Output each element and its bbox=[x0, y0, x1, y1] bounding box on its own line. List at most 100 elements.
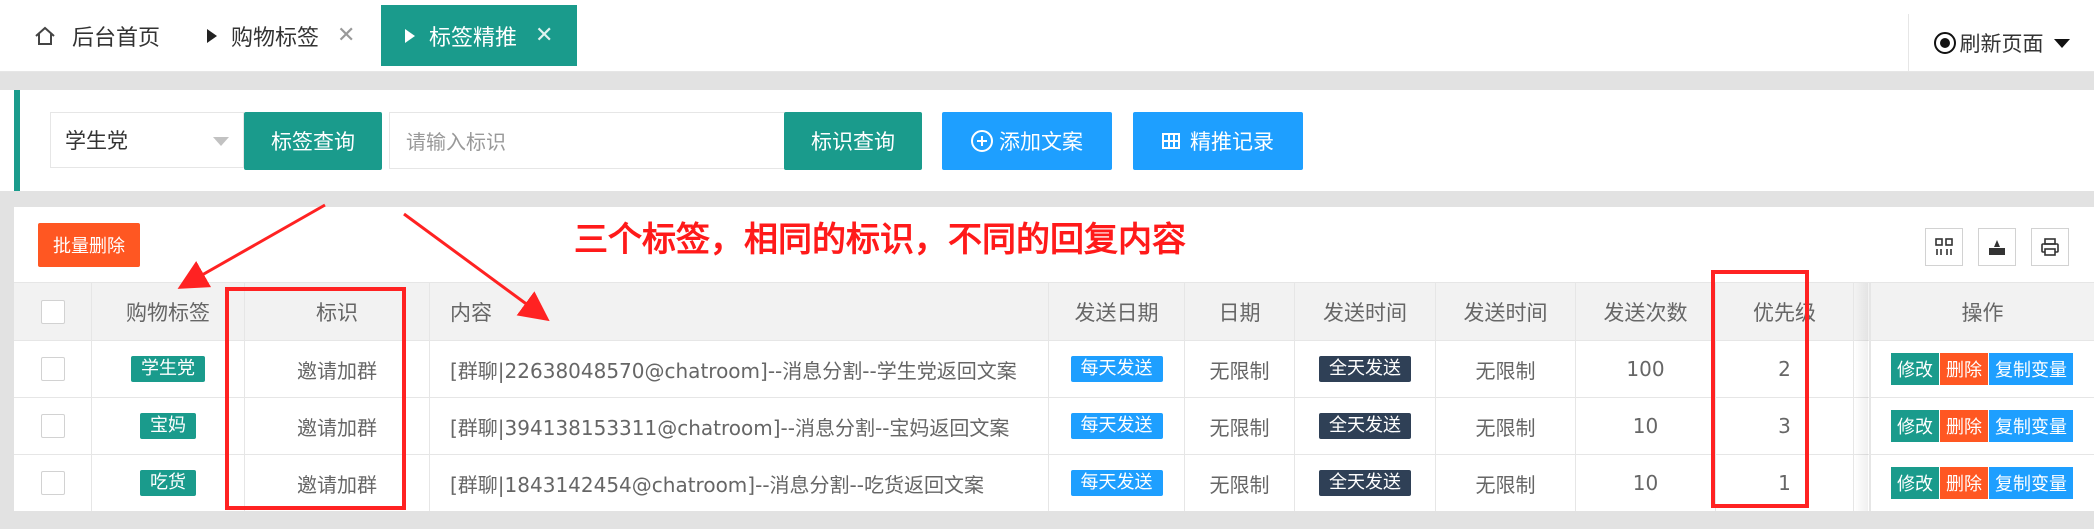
send-count-cell: 10 bbox=[1576, 455, 1716, 511]
send-count-cell: 10 bbox=[1576, 398, 1716, 454]
chevron-down-icon bbox=[213, 137, 229, 146]
send-date-badge: 每天发送 bbox=[1070, 413, 1163, 439]
tag-select-value: 学生党 bbox=[65, 129, 128, 153]
columns-button[interactable] bbox=[1925, 228, 1963, 266]
send-time-badge: 全天发送 bbox=[1319, 413, 1411, 439]
edit-button[interactable]: 修改 bbox=[1891, 467, 1939, 499]
add-copy-label: 添加文案 bbox=[999, 130, 1083, 154]
header-date[interactable]: 日期 bbox=[1185, 283, 1295, 340]
close-icon[interactable]: ✕ bbox=[535, 23, 553, 48]
send-date-cell: 每天发送 bbox=[1049, 455, 1185, 511]
send-time-cell: 全天发送 bbox=[1295, 398, 1436, 454]
push-records-button[interactable]: 精推记录 bbox=[1133, 112, 1303, 170]
caret-down-icon bbox=[2053, 38, 2070, 48]
tag-select[interactable]: 学生党 bbox=[50, 112, 244, 168]
delete-button[interactable]: 删除 bbox=[1940, 353, 1988, 385]
home-icon bbox=[35, 26, 55, 45]
edit-button[interactable]: 修改 bbox=[1891, 353, 1939, 385]
batch-delete-button[interactable]: 批量删除 bbox=[38, 223, 140, 267]
top-tab-bar: 后台首页 购物标签 ✕ 标签精推 ✕ 刷新页面 bbox=[0, 0, 2094, 72]
tab-tag-push[interactable]: 标签精推 ✕ bbox=[381, 5, 578, 66]
play-icon bbox=[405, 28, 415, 43]
send-date-badge: 每天发送 bbox=[1070, 356, 1163, 382]
content-cell: [群聊|394138153311@chatroom]--消息分割--宝妈返回文案 bbox=[430, 398, 1049, 454]
shopping-tag-badge: 宝妈 bbox=[140, 413, 196, 439]
tab-home[interactable]: 后台首页 bbox=[34, 5, 160, 66]
header-send-date[interactable]: 发送日期 bbox=[1049, 283, 1185, 340]
header-content[interactable]: 内容 bbox=[430, 283, 1049, 340]
date-cell: 无限制 bbox=[1185, 398, 1295, 454]
table-icon bbox=[1162, 133, 1180, 149]
content-cell: [群聊|22638048570@chatroom]--消息分割--学生党返回文案 bbox=[430, 341, 1049, 397]
print-icon bbox=[2041, 238, 2059, 256]
fixed-column-shadow bbox=[1854, 283, 1868, 512]
row-checkbox[interactable] bbox=[40, 357, 65, 381]
tag-query-label: 标签查询 bbox=[271, 130, 355, 154]
send-time-badge: 全天发送 bbox=[1319, 470, 1411, 496]
row-select-cell bbox=[14, 341, 92, 397]
row-checkbox[interactable] bbox=[40, 471, 65, 495]
send-time-cell: 全天发送 bbox=[1295, 455, 1436, 511]
row-checkbox[interactable] bbox=[40, 414, 65, 438]
refresh-label: 刷新页面 bbox=[1959, 32, 2044, 56]
send-time-2-cell: 无限制 bbox=[1436, 398, 1576, 454]
annotation-box-identifier bbox=[225, 287, 406, 510]
tab-home-label: 后台首页 bbox=[72, 25, 161, 51]
content-cell: [群聊|1843142454@chatroom]--消息分割--吃货返回文案 bbox=[430, 455, 1049, 511]
radio-icon bbox=[1933, 32, 1956, 54]
date-cell: 无限制 bbox=[1185, 455, 1295, 511]
send-time-badge: 全天发送 bbox=[1319, 356, 1411, 382]
divider bbox=[0, 511, 2094, 529]
frame-edge bbox=[0, 207, 14, 529]
add-copy-button[interactable]: 添加文案 bbox=[942, 112, 1112, 170]
divider bbox=[0, 72, 2094, 90]
copy-variable-button[interactable]: 复制变量 bbox=[1989, 467, 2073, 499]
shopping-tag-badge: 学生党 bbox=[131, 356, 205, 382]
batch-delete-label: 批量删除 bbox=[53, 236, 125, 257]
send-time-2-cell: 无限制 bbox=[1436, 341, 1576, 397]
send-date-badge: 每天发送 bbox=[1070, 470, 1163, 496]
header-send-time-2[interactable]: 发送时间 bbox=[1436, 283, 1576, 340]
search-toolbar: 学生党 标签查询 请输入标识 标识查询 添加文案 精推记录 bbox=[14, 90, 2094, 191]
header-shopping-tag[interactable]: 购物标签 bbox=[92, 283, 245, 340]
divider bbox=[0, 191, 2094, 207]
arrow-to-shopping-tag bbox=[177, 203, 326, 289]
id-search-placeholder: 请输入标识 bbox=[406, 130, 506, 154]
push-records-label: 精推记录 bbox=[1190, 130, 1274, 154]
tag-query-button[interactable]: 标签查询 bbox=[244, 112, 382, 170]
refresh-page-button[interactable]: 刷新页面 bbox=[1908, 14, 2094, 72]
tab-tag-push-label: 标签精推 bbox=[429, 25, 518, 51]
actions-cell: 修改 删除 复制变量 bbox=[1870, 341, 2094, 397]
print-button[interactable] bbox=[2031, 228, 2069, 266]
close-icon[interactable]: ✕ bbox=[337, 23, 355, 48]
delete-button[interactable]: 删除 bbox=[1940, 410, 1988, 442]
copy-variable-button[interactable]: 复制变量 bbox=[1989, 410, 2073, 442]
plus-circle-icon bbox=[971, 130, 993, 152]
row-select-cell bbox=[14, 455, 92, 511]
export-button[interactable] bbox=[1978, 228, 2016, 266]
tab-shopping-tags-label: 购物标签 bbox=[231, 25, 320, 51]
select-all-checkbox[interactable] bbox=[40, 299, 65, 324]
row-select-cell bbox=[14, 398, 92, 454]
send-date-cell: 每天发送 bbox=[1049, 398, 1185, 454]
header-send-time[interactable]: 发送时间 bbox=[1295, 283, 1436, 340]
id-search-input[interactable]: 请输入标识 bbox=[389, 112, 796, 169]
shopping-tag-cell: 吃货 bbox=[92, 455, 245, 511]
annotation-text: 三个标签，相同的标识，不同的回复内容 bbox=[574, 220, 1186, 260]
export-icon bbox=[1989, 240, 2005, 255]
select-all-cell bbox=[14, 283, 92, 340]
annotation-box-priority bbox=[1711, 270, 1809, 508]
tab-shopping-tags[interactable]: 购物标签 ✕ bbox=[207, 5, 355, 66]
send-time-cell: 全天发送 bbox=[1295, 341, 1436, 397]
header-send-count[interactable]: 发送次数 bbox=[1576, 283, 1716, 340]
actions-cell: 修改 删除 复制变量 bbox=[1870, 455, 2094, 511]
shopping-tag-badge: 吃货 bbox=[140, 470, 196, 496]
shopping-tag-cell: 学生党 bbox=[92, 341, 245, 397]
actions-cell: 修改 删除 复制变量 bbox=[1870, 398, 2094, 454]
edit-button[interactable]: 修改 bbox=[1891, 410, 1939, 442]
send-count-cell: 100 bbox=[1576, 341, 1716, 397]
delete-button[interactable]: 删除 bbox=[1940, 467, 1988, 499]
copy-variable-button[interactable]: 复制变量 bbox=[1989, 353, 2073, 385]
header-actions: 操作 bbox=[1870, 283, 2094, 340]
id-query-button[interactable]: 标识查询 bbox=[784, 112, 922, 170]
